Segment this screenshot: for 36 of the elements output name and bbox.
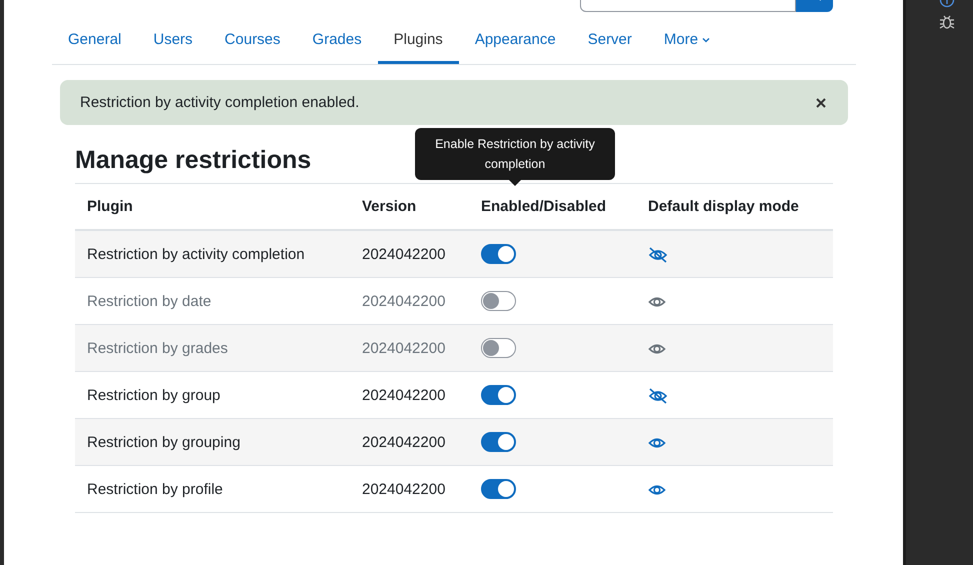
nav-tab[interactable]: Users bbox=[137, 20, 209, 64]
close-button[interactable] bbox=[814, 96, 828, 110]
nav-tab[interactable]: Grades bbox=[296, 20, 378, 64]
plugin-name: Restriction by activity completion bbox=[75, 230, 350, 278]
version-cell: 2024042200 bbox=[350, 324, 469, 372]
eye-icon[interactable] bbox=[648, 342, 666, 356]
toggle-switch[interactable] bbox=[481, 291, 516, 311]
bug-icon bbox=[939, 14, 955, 30]
nav-tab[interactable]: Appearance bbox=[458, 20, 572, 64]
version-cell: 2024042200 bbox=[350, 466, 469, 512]
eye-icon[interactable] bbox=[648, 436, 666, 450]
toggle-switch[interactable] bbox=[481, 479, 516, 499]
toggle-switch[interactable] bbox=[481, 244, 516, 264]
eye-slash-icon[interactable] bbox=[648, 388, 668, 404]
plugin-name: Restriction by grouping bbox=[75, 418, 350, 466]
nav-tab[interactable]: Server bbox=[572, 20, 648, 64]
plugin-name: Restriction by grades bbox=[75, 324, 350, 372]
tooltip-pointer bbox=[509, 180, 521, 186]
eye-icon[interactable] bbox=[648, 294, 666, 309]
tooltip: Enable Restriction by activity completion bbox=[415, 128, 615, 180]
nav-tab[interactable]: General bbox=[52, 20, 138, 64]
version-cell: 2024042200 bbox=[350, 230, 469, 278]
page-heading: Manage restrictions bbox=[75, 146, 312, 175]
alert-message: Restriction by activity completion enabled. bbox=[80, 94, 360, 111]
caret-icon bbox=[702, 36, 710, 42]
nav-tab[interactable]: More bbox=[648, 20, 726, 64]
eye-icon[interactable] bbox=[648, 482, 666, 497]
nav-tab[interactable]: Courses bbox=[208, 20, 296, 64]
toggle-switch[interactable] bbox=[481, 385, 516, 405]
nav-tab[interactable]: Plugins bbox=[378, 20, 459, 64]
plugin-name: Restriction by profile bbox=[75, 466, 350, 512]
version-cell: 2024042200 bbox=[350, 418, 469, 466]
toggle-switch[interactable] bbox=[481, 432, 516, 452]
close-icon bbox=[816, 98, 826, 108]
eye-slash-icon[interactable] bbox=[648, 246, 668, 263]
toggle-switch[interactable] bbox=[481, 338, 516, 358]
